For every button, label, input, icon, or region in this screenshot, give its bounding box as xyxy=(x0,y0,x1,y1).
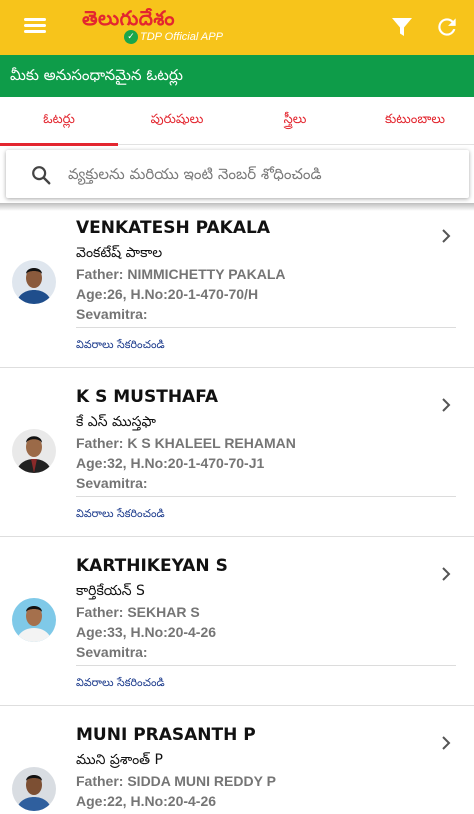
app-title: తెలుగుదేశం xyxy=(82,6,175,30)
voter-name-english: MUNI PRASANTH P xyxy=(76,725,256,745)
chevron-right-icon[interactable] xyxy=(438,566,454,582)
voter-avatar xyxy=(12,429,56,473)
verified-check-icon: ✓ xyxy=(124,30,138,44)
refresh-icon[interactable] xyxy=(434,14,460,40)
menu-icon-bar xyxy=(24,18,46,21)
menu-icon-bar xyxy=(24,30,46,33)
menu-icon[interactable] xyxy=(22,16,48,38)
app-logo: తెలుగుదేశం ✓ TDP Official APP xyxy=(82,6,232,50)
tab-families[interactable]: కుటుంబాలు xyxy=(356,97,474,145)
filter-icon[interactable] xyxy=(390,15,414,39)
card-divider xyxy=(76,665,456,666)
voter-sevamitra: Sevamitra: xyxy=(76,475,148,491)
chevron-right-icon[interactable] xyxy=(438,735,454,751)
voter-name-english: K S MUSTHAFA xyxy=(76,387,219,407)
voter-age-house: Age:33, H.No:20-4-26 xyxy=(76,624,217,640)
voter-name-telugu: ముని ప్రశాంత్ P xyxy=(76,752,163,768)
voter-age-house: Age:22, H.No:20-4-26 xyxy=(76,793,217,809)
voter-sevamitra: Sevamitra: xyxy=(76,306,148,322)
menu-icon-bar xyxy=(24,24,46,27)
voter-card[interactable]: MUNI PRASANTH P ముని ప్రశాంత్ P Father: … xyxy=(0,707,474,814)
collect-details-link[interactable]: వివరాలు సేకరించండి xyxy=(76,507,165,523)
app-subtitle: TDP Official APP xyxy=(140,31,223,43)
voter-name-telugu: వెంకటేష్ పాకాల xyxy=(76,245,163,261)
search-input[interactable] xyxy=(68,160,458,188)
voter-avatar xyxy=(12,598,56,642)
active-tab-indicator xyxy=(0,143,118,146)
voter-avatar xyxy=(12,767,56,811)
app-subtitle-row: ✓ TDP Official APP xyxy=(124,30,223,44)
app-bar: తెలుగుదేశం ✓ TDP Official APP xyxy=(0,0,474,55)
tab-women[interactable]: స్త్రీలు xyxy=(236,97,354,145)
sub-header-title: మీకు అనుసంధానమైన ఓటర్లు xyxy=(10,66,183,84)
collect-details-link[interactable]: వివరాలు సేకరించండి xyxy=(76,676,165,692)
voter-name-telugu: కార్తికేయన్ S xyxy=(76,583,145,599)
search-icon xyxy=(32,166,51,185)
voter-card[interactable]: VENKATESH PAKALA వెంకటేష్ పాకాల Father: … xyxy=(0,200,474,368)
collect-details-link[interactable]: వివరాలు సేకరించండి xyxy=(76,338,165,354)
voter-name-english: KARTHIKEYAN S xyxy=(76,556,228,576)
sub-header: మీకు అనుసంధానమైన ఓటర్లు xyxy=(0,55,474,97)
voter-card[interactable]: K S MUSTHAFA కే ఎస్ ముస్తఫా Father: K S … xyxy=(0,369,474,537)
search-box xyxy=(6,150,469,198)
chevron-right-icon[interactable] xyxy=(438,228,454,244)
voter-father: Father: K S KHALEEL REHAMAN xyxy=(76,435,296,451)
voter-name-telugu: కే ఎస్ ముస్తఫా xyxy=(76,414,156,430)
voter-card[interactable]: KARTHIKEYAN S కార్తికేయన్ S Father: SEKH… xyxy=(0,538,474,706)
card-divider xyxy=(76,496,456,497)
voter-sevamitra: Sevamitra: xyxy=(76,644,148,660)
voter-father: Father: SIDDA MUNI REDDY P xyxy=(76,773,276,789)
voter-father: Father: NIMMICHETTY PAKALA xyxy=(76,266,286,282)
tab-bar: ఓటర్లు పురుషులు స్త్రీలు కుటుంబాలు xyxy=(0,97,474,145)
voter-age-house: Age:26, H.No:20-1-470-70/H xyxy=(76,286,259,302)
card-divider xyxy=(76,327,456,328)
voter-father: Father: SEKHAR S xyxy=(76,604,200,620)
chevron-right-icon[interactable] xyxy=(438,397,454,413)
voter-avatar xyxy=(12,260,56,304)
voter-age-house: Age:32, H.No:20-1-470-70-J1 xyxy=(76,455,265,471)
tab-voters[interactable]: ఓటర్లు xyxy=(0,97,118,145)
tab-men[interactable]: పురుషులు xyxy=(118,97,236,145)
voter-name-english: VENKATESH PAKALA xyxy=(76,218,270,238)
